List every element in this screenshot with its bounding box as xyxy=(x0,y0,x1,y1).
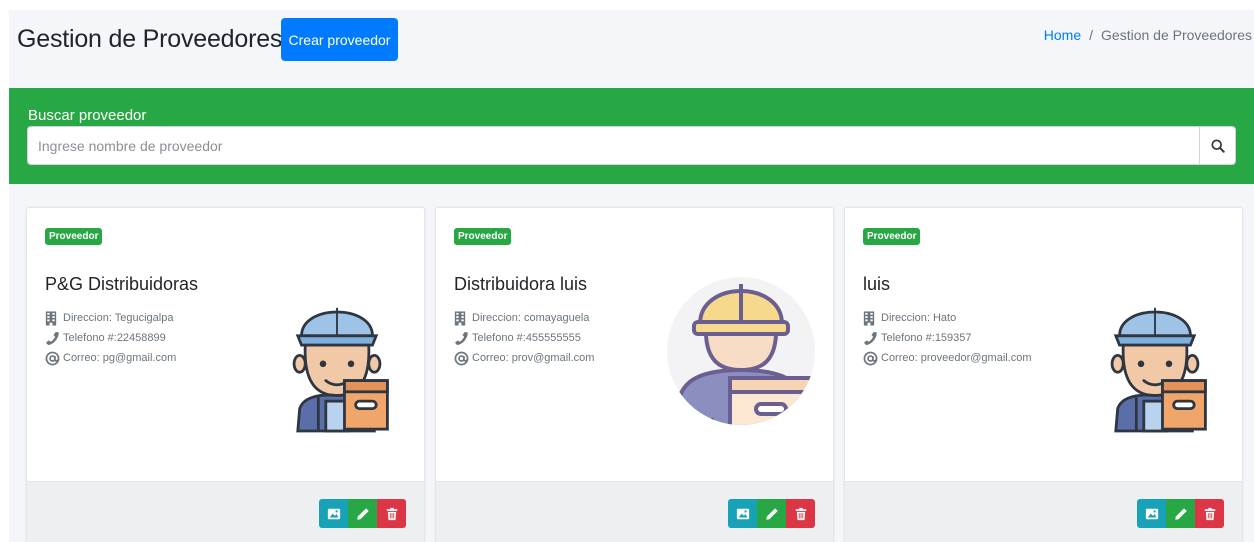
building-icon xyxy=(45,311,57,326)
building-icon xyxy=(454,311,466,326)
pencil-icon xyxy=(356,507,370,521)
image-button[interactable] xyxy=(1137,499,1166,528)
provider-badge: Proveedor xyxy=(45,228,103,245)
card-actions xyxy=(319,499,406,528)
image-button[interactable] xyxy=(319,499,348,528)
provider-address: Direccion: Hato xyxy=(881,312,957,324)
search-icon xyxy=(1210,138,1225,153)
pencil-icon xyxy=(765,507,779,521)
provider-email: Correo: prov@gmail.com xyxy=(472,352,595,364)
search-card: Buscar proveedor xyxy=(9,88,1254,184)
image-button[interactable] xyxy=(728,499,757,528)
at-icon xyxy=(45,351,60,366)
trash-icon xyxy=(385,507,399,521)
phone-icon xyxy=(454,331,469,346)
card-footer xyxy=(27,481,424,542)
delivery-man-helmet-icon xyxy=(666,266,816,436)
pencil-icon xyxy=(1174,507,1188,521)
provider-phone: Telefono #:22458899 xyxy=(63,332,166,344)
phone-icon xyxy=(45,331,60,346)
image-icon xyxy=(327,507,341,521)
content-header: Gestion de Proveedores Crear proveedor H… xyxy=(9,10,1254,70)
search-input[interactable] xyxy=(27,126,1199,165)
image-icon xyxy=(736,507,750,521)
provider-address: Direccion: Tegucigalpa xyxy=(63,312,174,324)
provider-card: Proveedor luis Direccion: Hato Telefono … xyxy=(844,207,1243,542)
provider-card: Proveedor Distribuidora luis Direccion: … xyxy=(435,207,834,542)
search-label: Buscar proveedor xyxy=(28,107,147,124)
page-title: Gestion de Proveedores xyxy=(17,25,283,53)
at-icon xyxy=(454,351,469,366)
edit-button[interactable] xyxy=(757,499,786,528)
search-button[interactable] xyxy=(1199,126,1236,165)
provider-email: Correo: pg@gmail.com xyxy=(63,352,177,364)
card-actions xyxy=(728,499,815,528)
provider-phone: Telefono #:455555555 xyxy=(472,332,581,344)
trash-icon xyxy=(1203,507,1217,521)
card-footer xyxy=(436,481,833,542)
card-footer xyxy=(845,481,1242,542)
delivery-man-cap-icon xyxy=(1099,288,1211,434)
provider-info: Direccion: comayaguela Telefono #:455555… xyxy=(454,308,594,368)
provider-email: Correo: proveedor@gmail.com xyxy=(881,352,1032,364)
image-icon xyxy=(1145,507,1159,521)
edit-button[interactable] xyxy=(348,499,377,528)
phone-icon xyxy=(863,331,878,346)
card-actions xyxy=(1137,499,1224,528)
breadcrumb-separator: / xyxy=(1089,27,1094,43)
delivery-man-cap-icon xyxy=(281,288,393,434)
delete-button[interactable] xyxy=(1195,499,1224,528)
building-icon xyxy=(863,311,875,326)
provider-address: Direccion: comayaguela xyxy=(472,312,590,324)
breadcrumb-home-link[interactable]: Home xyxy=(1044,27,1081,43)
delete-button[interactable] xyxy=(377,499,406,528)
edit-button[interactable] xyxy=(1166,499,1195,528)
breadcrumb-current: Gestion de Proveedores xyxy=(1101,27,1252,43)
delete-button[interactable] xyxy=(786,499,815,528)
provider-name: luis xyxy=(863,274,891,294)
breadcrumb: Home / Gestion de Proveedores xyxy=(1044,27,1252,43)
create-provider-button[interactable]: Crear proveedor xyxy=(281,18,398,61)
provider-badge: Proveedor xyxy=(454,228,512,245)
provider-info: Direccion: Tegucigalpa Telefono #:224588… xyxy=(45,308,176,368)
provider-name: Distribuidora luis xyxy=(454,274,588,294)
trash-icon xyxy=(794,507,808,521)
provider-phone: Telefono #:159357 xyxy=(881,332,972,344)
at-icon xyxy=(863,351,878,366)
provider-info: Direccion: Hato Telefono #:159357 Correo… xyxy=(863,308,1032,368)
provider-badge: Proveedor xyxy=(863,228,921,245)
provider-name: P&G Distribuidoras xyxy=(45,274,199,294)
provider-card: Proveedor P&G Distribuidoras Direccion: … xyxy=(26,207,425,542)
